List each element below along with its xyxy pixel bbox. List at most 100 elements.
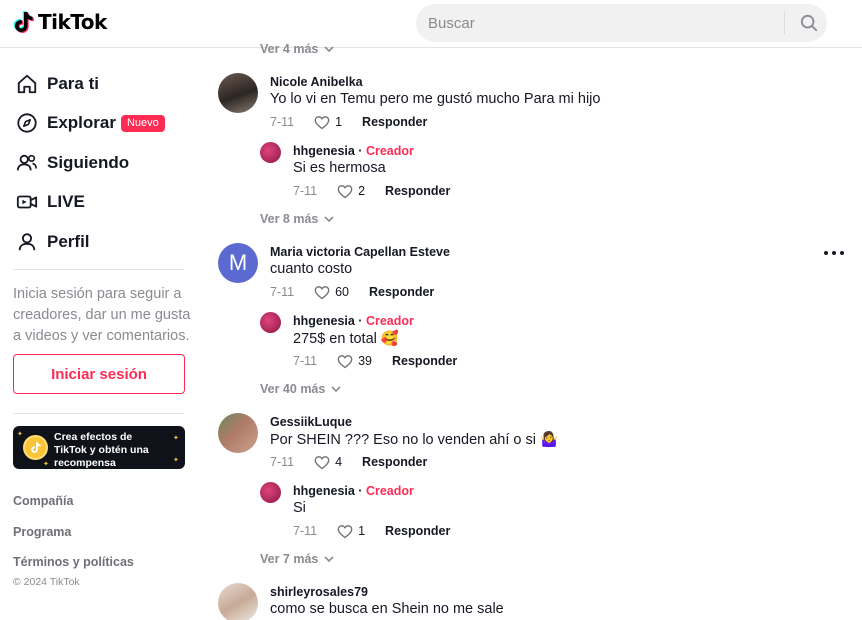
like-count: 4: [335, 455, 343, 469]
chevron-down-icon: [324, 556, 334, 563]
comment-username[interactable]: GessiikLuque: [270, 415, 352, 429]
reply-username[interactable]: hhgenesia · Creador: [293, 484, 414, 498]
like-button[interactable]: 4: [314, 455, 342, 470]
nav-item-live[interactable]: LIVE: [15, 187, 85, 217]
view-more-replies[interactable]: Ver 40 más: [260, 382, 341, 396]
avatar[interactable]: [218, 413, 258, 453]
reply-meta: 7-11 1 Responder: [293, 521, 450, 541]
creator-label: Creador: [365, 484, 414, 498]
view-more-label: Ver 7 más: [260, 552, 319, 566]
comment-meta: 7-11 4 Responder: [270, 452, 427, 472]
comment-text: Yo lo vi en Temu pero me gustó mucho Par…: [270, 91, 601, 107]
home-icon: [15, 72, 39, 96]
sparkle-icon: ✦: [173, 435, 179, 442]
comment-date: 7-11: [270, 115, 295, 129]
avatar[interactable]: M: [218, 243, 258, 283]
heart-icon: [337, 524, 353, 538]
nav-label: Explorar: [47, 113, 116, 132]
view-more-replies[interactable]: Ver 4 más: [260, 42, 334, 56]
tiktok-note-icon: [13, 11, 34, 33]
divider: [13, 413, 184, 414]
reply-username[interactable]: hhgenesia · Creador: [293, 314, 414, 328]
comment-username[interactable]: Maria victoria Capellan Esteve: [270, 245, 450, 259]
like-count: 1: [358, 524, 366, 538]
chevron-down-icon: [324, 46, 334, 53]
footer-link-company[interactable]: Compañía: [13, 494, 73, 508]
reply-button[interactable]: Responder: [392, 354, 457, 368]
nav-item-para-ti[interactable]: Para ti: [15, 69, 99, 99]
like-button[interactable]: 39: [337, 354, 372, 369]
nav-item-siguiendo[interactable]: Siguiendo: [15, 148, 129, 178]
comment-text: Por SHEIN ??? Eso no lo venden ahí o si …: [270, 432, 559, 448]
like-count: 2: [358, 184, 366, 198]
avatar[interactable]: [218, 73, 258, 113]
search-divider: [784, 12, 785, 34]
reply-button[interactable]: Responder: [369, 285, 434, 299]
like-count: 1: [335, 115, 343, 129]
reply-date: 7-11: [293, 354, 318, 368]
avatar[interactable]: [218, 583, 258, 620]
reply-username[interactable]: hhgenesia · Creador: [293, 144, 414, 158]
nav-label: Perfil: [47, 232, 90, 251]
reply-text: Si es hermosa: [293, 160, 386, 176]
like-button[interactable]: 1: [337, 524, 365, 539]
reply-button[interactable]: Responder: [362, 115, 427, 129]
reply-date: 7-11: [293, 524, 318, 538]
view-more-label: Ver 8 más: [260, 212, 319, 226]
footer-link-terms[interactable]: Términos y políticas: [13, 555, 134, 569]
nav-item-explorar[interactable]: Explorar Nuevo: [15, 108, 165, 138]
new-badge: Nuevo: [120, 114, 165, 132]
more-options-icon[interactable]: [824, 248, 844, 258]
reply-date: 7-11: [293, 184, 318, 198]
like-count: 39: [358, 354, 372, 368]
live-icon: [15, 190, 39, 214]
nav-item-perfil[interactable]: Perfil: [15, 227, 90, 257]
comment-username[interactable]: Nicole Anibelka: [270, 75, 363, 89]
view-more-label: Ver 4 más: [260, 42, 319, 56]
reply-button[interactable]: Responder: [385, 184, 450, 198]
search-button[interactable]: [790, 4, 827, 42]
login-prompt: Inicia sesión para seguir a creadores, d…: [13, 286, 191, 344]
login-button[interactable]: Iniciar sesión: [13, 354, 185, 394]
reply-meta: 7-11 2 Responder: [293, 181, 450, 201]
creator-label: Creador: [365, 314, 414, 328]
heart-icon: [337, 184, 353, 198]
copyright: © 2024 TikTok: [13, 576, 80, 588]
nav-label: LIVE: [47, 192, 85, 211]
reply-button[interactable]: Responder: [362, 455, 427, 469]
creator-avatar[interactable]: [260, 312, 281, 333]
like-button[interactable]: 60: [314, 285, 349, 300]
nav-label: Para ti: [47, 74, 99, 93]
search-icon: [800, 14, 817, 32]
view-more-replies[interactable]: Ver 8 más: [260, 212, 334, 226]
profile-icon: [15, 230, 39, 254]
sparkle-icon: ✦: [17, 431, 23, 438]
creator-avatar[interactable]: [260, 142, 281, 163]
comment-text: como se busca en Shein no me sale: [270, 601, 504, 617]
logo-text: TikTok: [38, 10, 107, 34]
search-input[interactable]: [428, 4, 778, 42]
effects-promo-banner[interactable]: ✦ ✦ ✦ ✦ Crea efectos de TikTok y obtén u…: [13, 426, 185, 469]
heart-icon: [314, 115, 330, 129]
view-more-label: Ver 40 más: [260, 382, 326, 396]
heart-icon: [314, 285, 330, 299]
reply-user: hhgenesia: [293, 484, 355, 498]
chevron-down-icon: [324, 216, 334, 223]
comment-username[interactable]: shirleyrosales79: [270, 585, 368, 599]
tiktok-logo[interactable]: TikTok: [13, 10, 107, 34]
view-more-replies[interactable]: Ver 7 más: [260, 552, 334, 566]
reply-user: hhgenesia: [293, 144, 355, 158]
footer-link-program[interactable]: Programa: [13, 525, 71, 539]
sparkle-icon: ✦: [43, 461, 49, 468]
reply-user: hhgenesia: [293, 314, 355, 328]
comments-panel: Ver 4 más Nicole Anibelka Yo lo vi en Te…: [200, 42, 862, 620]
coin-icon: [23, 435, 48, 460]
reply-button[interactable]: Responder: [385, 524, 450, 538]
chevron-down-icon: [331, 386, 341, 393]
creator-avatar[interactable]: [260, 482, 281, 503]
like-button[interactable]: 1: [314, 115, 342, 130]
comment-text: cuanto costo: [270, 261, 353, 277]
like-button[interactable]: 2: [337, 184, 365, 199]
search-bar: [416, 4, 827, 42]
comment-date: 7-11: [270, 455, 295, 469]
